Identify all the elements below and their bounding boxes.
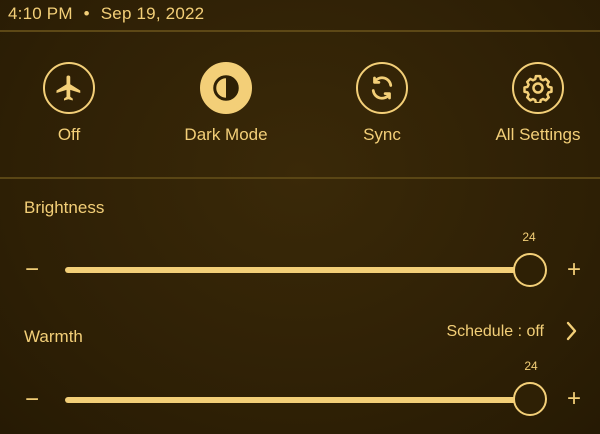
chevron-right-icon[interactable] <box>566 320 578 342</box>
all-settings-link[interactable]: All Settings <box>483 62 593 145</box>
warmth-value: 24 <box>524 359 538 373</box>
status-separator: • <box>83 4 90 23</box>
status-bar: 4:10 PM • Sep 19, 2022 <box>8 4 204 24</box>
dark-mode-button[interactable] <box>200 62 252 114</box>
sync-icon <box>371 76 393 100</box>
airplane-mode-toggle[interactable]: Off <box>14 62 124 145</box>
warmth-label: Warmth <box>24 327 83 346</box>
airplane-label: Off <box>57 125 81 144</box>
brightness-value: 24 <box>522 230 536 244</box>
dark-mode-label: Dark Mode <box>184 125 268 144</box>
warmth-increase-button[interactable]: + <box>567 387 581 411</box>
gear-icon <box>523 74 553 103</box>
dark-mode-toggle[interactable]: Dark Mode <box>171 62 281 145</box>
airplane-icon <box>56 75 81 101</box>
brightness-label: Brightness <box>24 198 105 217</box>
status-date: Sep 19, 2022 <box>100 4 205 23</box>
sync-button[interactable] <box>356 62 408 114</box>
warmth-schedule-link[interactable]: Schedule : off <box>446 323 544 341</box>
all-settings-button[interactable] <box>512 62 564 114</box>
warmth-decrease-button[interactable]: − <box>25 388 39 412</box>
brightness-slider-handle[interactable] <box>513 253 547 287</box>
brightness-slider-track[interactable] <box>65 267 530 273</box>
warmth-slider-handle[interactable] <box>513 382 547 416</box>
status-time: 4:10 PM <box>8 4 73 23</box>
quick-settings-panel: 4:10 PM • Sep 19, 2022 Off Dark Mode Syn… <box>0 0 600 434</box>
sync-toggle[interactable]: Sync <box>327 62 437 145</box>
dark-mode-icon <box>213 75 239 101</box>
all-settings-label: All Settings <box>495 125 581 144</box>
brightness-decrease-button[interactable]: − <box>25 258 39 282</box>
status-divider <box>0 30 600 32</box>
brightness-increase-button[interactable]: + <box>567 258 581 282</box>
airplane-button[interactable] <box>43 62 95 114</box>
section-divider <box>0 177 600 179</box>
sync-label: Sync <box>363 125 401 144</box>
warmth-slider-track[interactable] <box>65 397 530 403</box>
